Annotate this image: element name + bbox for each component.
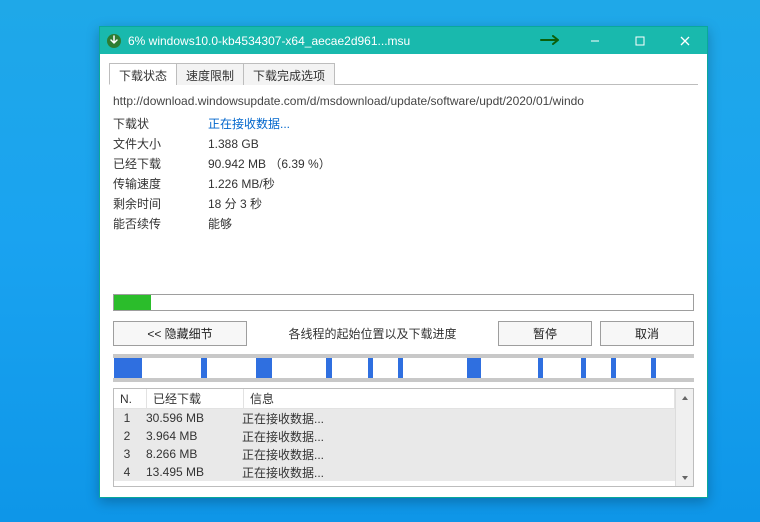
cancel-button[interactable]: 取消 (600, 321, 694, 346)
pause-button[interactable]: 暂停 (498, 321, 592, 346)
rate-value: 1.226 MB/秒 (208, 174, 275, 194)
cell-downloaded: 30.596 MB (140, 411, 236, 425)
status-value: 正在接收数据... (208, 114, 290, 134)
table-row[interactable]: 130.596 MB正在接收数据... (114, 409, 675, 427)
threads-table: N. 已经下载 信息 130.596 MB正在接收数据...23.964 MB正… (113, 388, 694, 487)
segments-caption: 各线程的起始位置以及下载进度 (247, 325, 498, 342)
col-header-n[interactable]: N. (114, 389, 147, 408)
col-header-info[interactable]: 信息 (244, 389, 675, 408)
cell-info: 正在接收数据... (236, 446, 675, 463)
segment (651, 358, 656, 378)
download-url: http://download.windowsupdate.com/d/msdo… (113, 94, 694, 108)
progress-bar (113, 294, 694, 311)
maximize-button[interactable] (617, 27, 662, 54)
table-row[interactable]: 23.964 MB正在接收数据... (114, 427, 675, 445)
col-header-downloaded[interactable]: 已经下载 (147, 389, 244, 408)
transfer-arrow-icon (540, 34, 562, 48)
cell-n: 1 (114, 411, 140, 425)
hide-details-button[interactable]: << 隐藏细节 (113, 321, 247, 346)
scroll-track[interactable] (676, 406, 693, 469)
cell-info: 正在接收数据... (236, 428, 675, 445)
segment (581, 358, 586, 378)
stats-block: 下载状正在接收数据... 文件大小1.388 GB 已经下载90.942 MB … (113, 114, 694, 234)
segment (201, 358, 207, 378)
cell-n: 3 (114, 447, 140, 461)
segment (368, 358, 373, 378)
segment (467, 358, 481, 378)
tab-on-complete[interactable]: 下载完成选项 (243, 63, 335, 85)
threads-header: N. 已经下载 信息 (114, 389, 675, 409)
segment (326, 358, 332, 378)
cell-info: 正在接收数据... (236, 464, 675, 481)
filesize-value: 1.388 GB (208, 134, 259, 154)
rate-label: 传输速度 (113, 174, 208, 194)
close-button[interactable] (662, 27, 707, 54)
window-title: 6% windows10.0-kb4534307-x64_aecae2d961.… (128, 34, 410, 48)
progress-fill (114, 295, 151, 310)
scroll-down-icon[interactable] (676, 469, 693, 486)
table-row[interactable]: 38.266 MB正在接收数据... (114, 445, 675, 463)
segment (611, 358, 616, 378)
cell-downloaded: 3.964 MB (140, 429, 236, 443)
tab-speed-limit[interactable]: 速度限制 (176, 63, 244, 85)
resume-label: 能否续传 (113, 214, 208, 234)
filesize-label: 文件大小 (113, 134, 208, 154)
resume-value: 能够 (208, 214, 232, 234)
app-icon (106, 33, 122, 49)
table-row[interactable]: 413.495 MB正在接收数据... (114, 463, 675, 481)
cell-downloaded: 13.495 MB (140, 465, 236, 479)
downloaded-value: 90.942 MB （6.39 %） (208, 154, 331, 174)
eta-value: 18 分 3 秒 (208, 194, 262, 214)
titlebar[interactable]: 6% windows10.0-kb4534307-x64_aecae2d961.… (100, 27, 707, 54)
threads-body: 130.596 MB正在接收数据...23.964 MB正在接收数据...38.… (114, 409, 675, 481)
scroll-up-icon[interactable] (676, 389, 693, 406)
cell-info: 正在接收数据... (236, 410, 675, 427)
segment (114, 358, 142, 378)
download-dialog: 6% windows10.0-kb4534307-x64_aecae2d961.… (99, 26, 708, 498)
segment (538, 358, 543, 378)
cell-n: 2 (114, 429, 140, 443)
segment (398, 358, 403, 378)
minimize-button[interactable] (572, 27, 617, 54)
eta-label: 剩余时间 (113, 194, 208, 214)
segment-bar (113, 354, 694, 382)
tab-download-status[interactable]: 下载状态 (109, 63, 177, 85)
cell-n: 4 (114, 465, 140, 479)
status-label: 下载状 (113, 114, 208, 134)
cell-downloaded: 8.266 MB (140, 447, 236, 461)
segment (256, 358, 272, 378)
downloaded-label: 已经下载 (113, 154, 208, 174)
threads-scrollbar[interactable] (675, 389, 693, 486)
tab-strip: 下载状态 速度限制 下载完成选项 (109, 62, 698, 85)
